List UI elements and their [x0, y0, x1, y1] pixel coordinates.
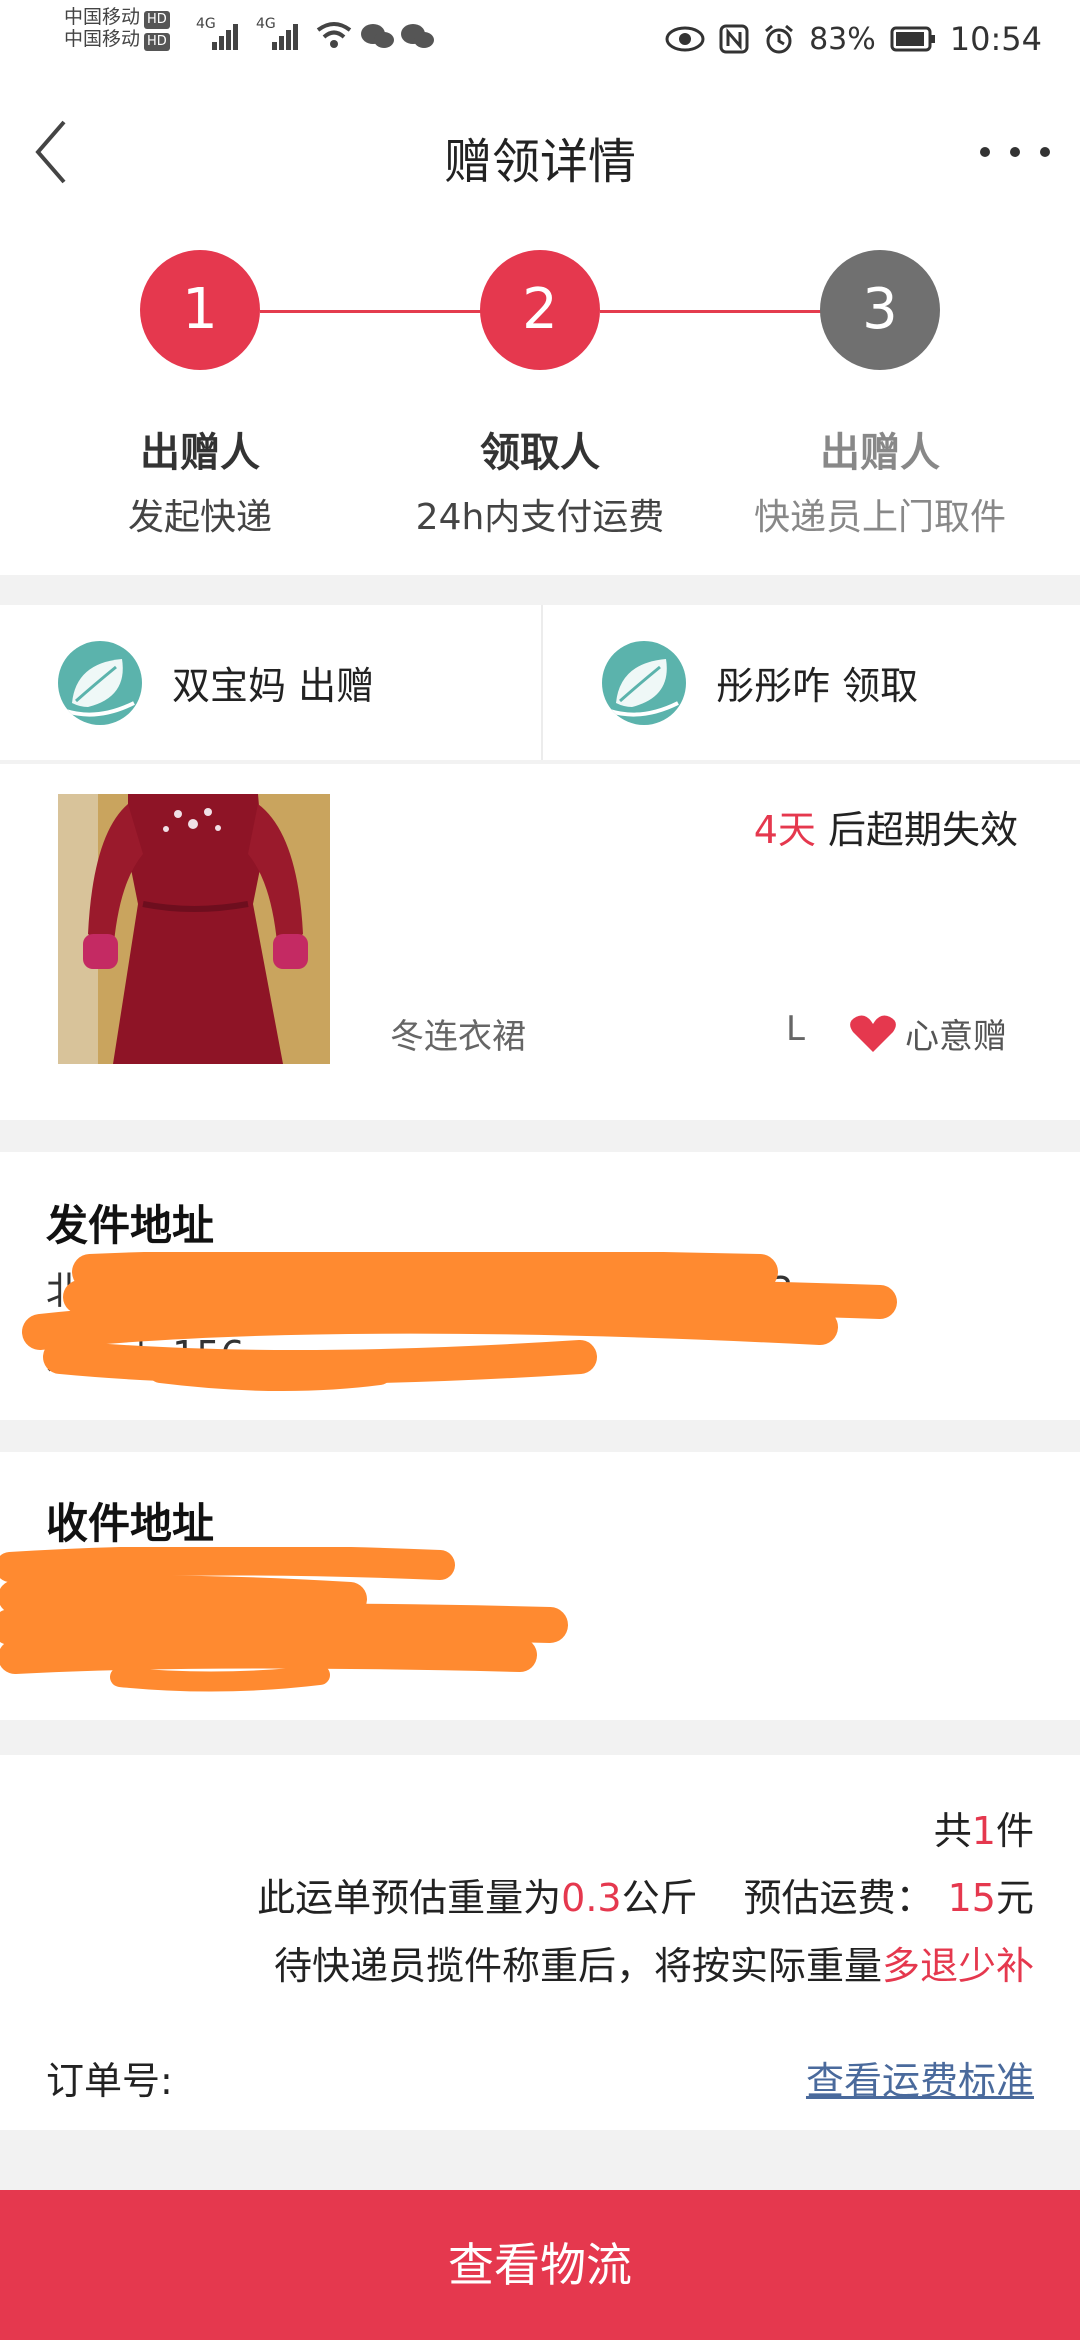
step-3-circle: 3 — [820, 250, 940, 370]
carrier-2: 中国移动 HD — [64, 28, 170, 51]
redaction-scribble — [22, 1252, 897, 1392]
page-title: 赠领详情 — [443, 134, 636, 190]
receiver[interactable]: 彤彤咋 领取 — [602, 605, 918, 760]
giver-avatar — [58, 640, 142, 725]
giver-label: 双宝妈 出赠 — [172, 664, 375, 708]
step-3-subtitle: 快递员上门取件 — [753, 497, 1006, 538]
sender-address-card: 发件地址 北 单元403 刘女士 156 — [0, 1152, 1080, 1420]
shipping-summary: 共1件 此运单预估重量为0.3公斤 预估运费： 15元 待快递员揽件称重后，将按实际… — [0, 1755, 1080, 2130]
weight-note: 待快递员揽件称重后，将按实际重量多退少补 — [273, 1944, 1034, 1988]
item-name: 冬连衣裙 — [390, 1017, 526, 1057]
nav-header: 赠领详情 — [0, 80, 1080, 220]
battery-icon — [890, 26, 935, 52]
sender-address-title: 发件地址 — [46, 1201, 215, 1250]
eye-icon — [665, 26, 705, 52]
giver[interactable]: 双宝妈 出赠 — [58, 605, 374, 760]
item-count: 共1件 — [933, 1809, 1034, 1853]
item-size: L — [786, 1009, 805, 1049]
wechat-icon — [361, 24, 394, 48]
order-number-label: 订单号: — [46, 2059, 173, 2103]
more-options-icon[interactable] — [980, 132, 1050, 172]
step-connector — [600, 310, 830, 313]
clock: 10:54 — [949, 20, 1042, 58]
receiver-label: 彤彤咋 领取 — [716, 664, 919, 708]
gift-type: 心意赠 — [905, 1017, 1007, 1057]
receiver-avatar — [602, 640, 686, 725]
carrier-1: 中国移动 HD — [64, 6, 170, 29]
receiver-address-title: 收件地址 — [46, 1499, 215, 1548]
step-2-subtitle: 24h内支付运费 — [415, 497, 665, 538]
status-bar: 中国移动 HD 中国移动 HD 4G 4G 83% 10:54 — [0, 0, 1080, 80]
fee-standard-link[interactable]: 查看运费标准 — [806, 2050, 1034, 2105]
weight-fee-line: 此运单预估重量为0.3公斤 预估运费： 15元 — [257, 1876, 1034, 1920]
parties-row: 双宝妈 出赠 彤彤咋 领取 — [0, 605, 1080, 760]
status-right: 83% 10:54 — [665, 14, 1042, 64]
view-logistics-button[interactable]: 查看物流 — [0, 2190, 1080, 2340]
wifi-icon — [316, 22, 352, 48]
leaf-logo-icon — [65, 658, 135, 717]
step-1-circle: 1 — [140, 250, 260, 370]
heart-icon — [850, 1015, 896, 1052]
dress-image — [58, 794, 330, 1064]
signal-1-icon — [212, 22, 242, 50]
item-card[interactable]: 4天 后超期失效 冬连衣裙 L 心意赠 — [0, 764, 1080, 1120]
step-connector — [260, 310, 490, 313]
alarm-icon — [765, 24, 794, 54]
nfc-icon — [719, 24, 749, 54]
expire-notice: 4天 后超期失效 — [753, 808, 1018, 852]
signal-2-icon — [272, 22, 302, 50]
battery-percent: 83% — [809, 21, 876, 57]
step-3-title: 出赠人 — [820, 430, 940, 476]
progress-steps: 1 2 3 出赠人 发起快递 领取人 24h内支付运费 出赠人 快递员上门取件 — [0, 220, 1080, 575]
wechat-icon — [401, 24, 434, 48]
divider — [541, 605, 543, 760]
step-2-circle: 2 — [480, 250, 600, 370]
item-photo[interactable] — [58, 794, 330, 1064]
redaction-scribble — [0, 1547, 568, 1692]
step-1-subtitle: 发起快递 — [127, 497, 272, 538]
receiver-address-card: 收件地址 — [0, 1452, 1080, 1720]
step-1-title: 出赠人 — [140, 430, 260, 476]
leaf-logo-icon — [609, 658, 679, 717]
step-2-title: 领取人 — [480, 430, 600, 476]
